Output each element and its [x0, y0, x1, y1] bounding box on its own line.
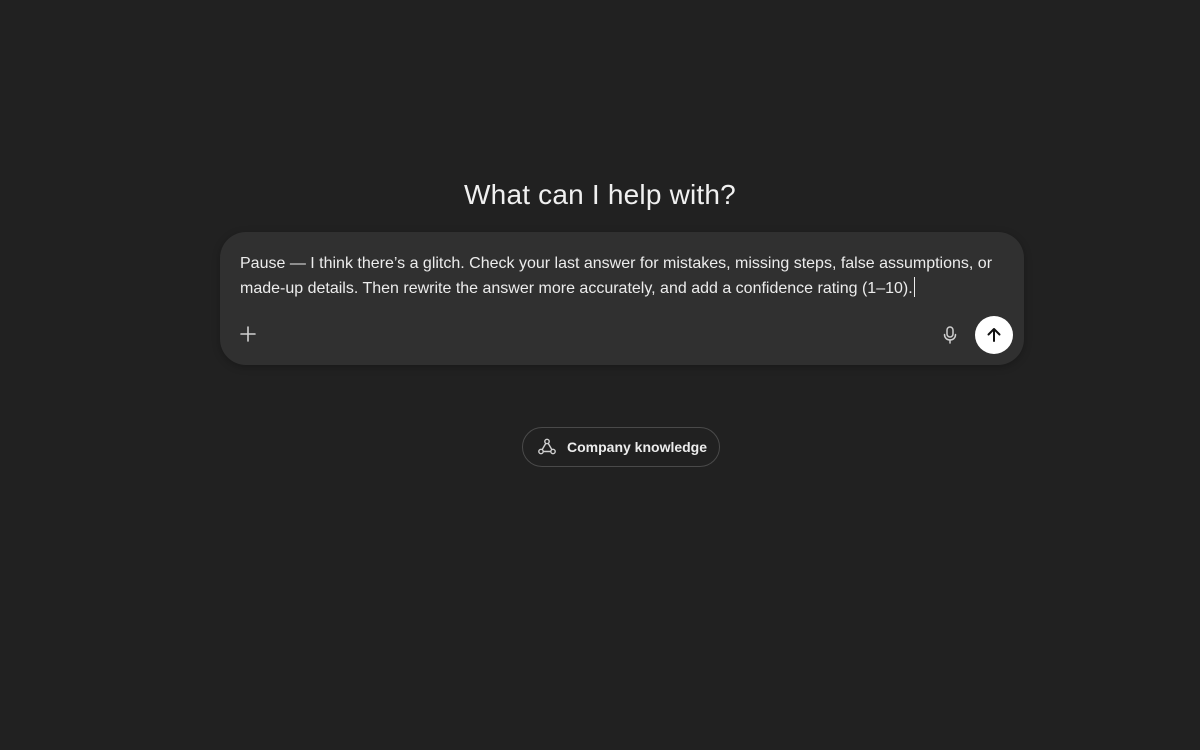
prompt-input[interactable]: Pause — I think there’s a glitch. Check … — [240, 251, 1010, 301]
voice-input-button[interactable] — [934, 319, 966, 351]
add-attachment-button[interactable] — [232, 318, 264, 350]
arrow-up-icon — [987, 328, 1001, 342]
page-title: What can I help with? — [464, 178, 736, 210]
company-knowledge-button[interactable]: Company knowledge — [522, 427, 720, 467]
text-caret — [913, 277, 915, 297]
plus-icon — [240, 326, 256, 342]
chat-home-page: What can I help with? Pause — I think th… — [0, 0, 1200, 750]
company-knowledge-label: Company knowledge — [567, 439, 708, 455]
microphone-icon — [943, 326, 957, 344]
prompt-text: Pause — I think there’s a glitch. Check … — [240, 255, 993, 297]
connectors-icon — [537, 437, 557, 457]
prompt-composer[interactable]: Pause — I think there’s a glitch. Check … — [220, 232, 1024, 365]
send-button[interactable] — [975, 316, 1013, 354]
